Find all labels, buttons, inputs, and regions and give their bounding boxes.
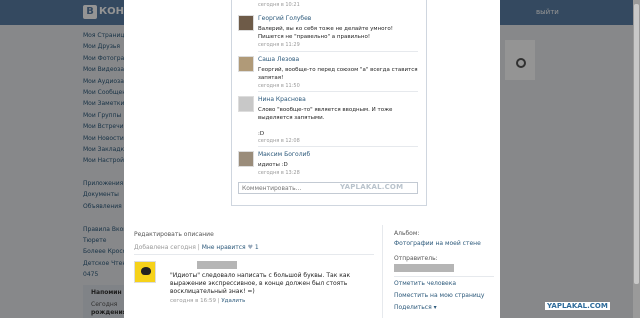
edit-description-link[interactable]: Редактировать описание [134,231,214,238]
share-link[interactable]: Поделиться ▾ [394,304,437,311]
tag-person-link[interactable]: Отметить человека [394,280,456,287]
album-link[interactable]: Фотографии на моей стене [394,240,481,247]
comment-timestamp[interactable]: сегодня в 16:59 [170,298,216,304]
comment-text: идиоты :D [258,162,288,168]
comment-author[interactable]: Максим Боголиб [258,151,310,158]
scrollbar-thumb[interactable] [634,4,639,284]
comment-author[interactable]: Саша Лезова [258,56,299,63]
snake-icon [141,267,151,275]
avatar[interactable] [238,15,254,31]
avatar[interactable] [134,261,156,283]
comment-timestamp: сегодня в 10:21 [258,2,300,8]
divider [394,276,494,277]
like-button[interactable]: Мне нравится [202,244,246,251]
comment-timestamp[interactable]: сегодня в 13:28 [258,170,300,176]
post-to-page-link[interactable]: Поместить на мою страницу [394,292,484,299]
footer-watermark: YAPLAKAL.COM [545,302,610,310]
divider [134,254,374,255]
comment-timestamp[interactable]: сегодня в 11:50 [258,83,300,89]
comment-author[interactable]: Георгий Голубев [258,15,311,22]
avatar[interactable] [238,151,254,167]
comment-text: "Идиоты" следовало написать с большой бу… [170,272,351,295]
redacted-author [197,261,237,269]
site-watermark: YAPLAKAL.COM [340,183,404,191]
column-divider [382,225,383,318]
comment-text: Слово "вообще-то" является вводным. И то… [258,107,393,137]
sender-label: Отправитель: [394,255,438,262]
comment-text: Валерий, вы ко себя тоже не делайте умно… [258,26,393,40]
divider [258,91,418,92]
comment-meta: сегодня в 16:59 | Удалить [170,298,245,304]
comment-timestamp[interactable]: сегодня в 12:08 [258,138,300,144]
avatar[interactable] [238,56,254,72]
added-date: Добавлена сегодня [134,244,196,251]
comment-author[interactable]: Нина Краснова [258,96,306,103]
divider [258,51,418,52]
avatar[interactable] [238,96,254,112]
photo-added-line: Добавлена сегодня | Мне нравится ♥ 1 [134,244,259,251]
comment-timestamp[interactable]: сегодня в 11:29 [258,42,300,48]
divider [258,146,418,147]
separator: | [197,244,200,251]
delete-link[interactable]: Удалить [221,298,245,304]
comment-text: Георгий, вообще-то перед союзом "а" всег… [258,67,418,81]
scrollbar[interactable] [633,0,640,318]
redacted-sender [394,264,454,272]
album-label: Альбом: [394,230,420,237]
heart-icon[interactable]: ♥ [248,244,253,251]
like-count[interactable]: 1 [255,244,259,251]
